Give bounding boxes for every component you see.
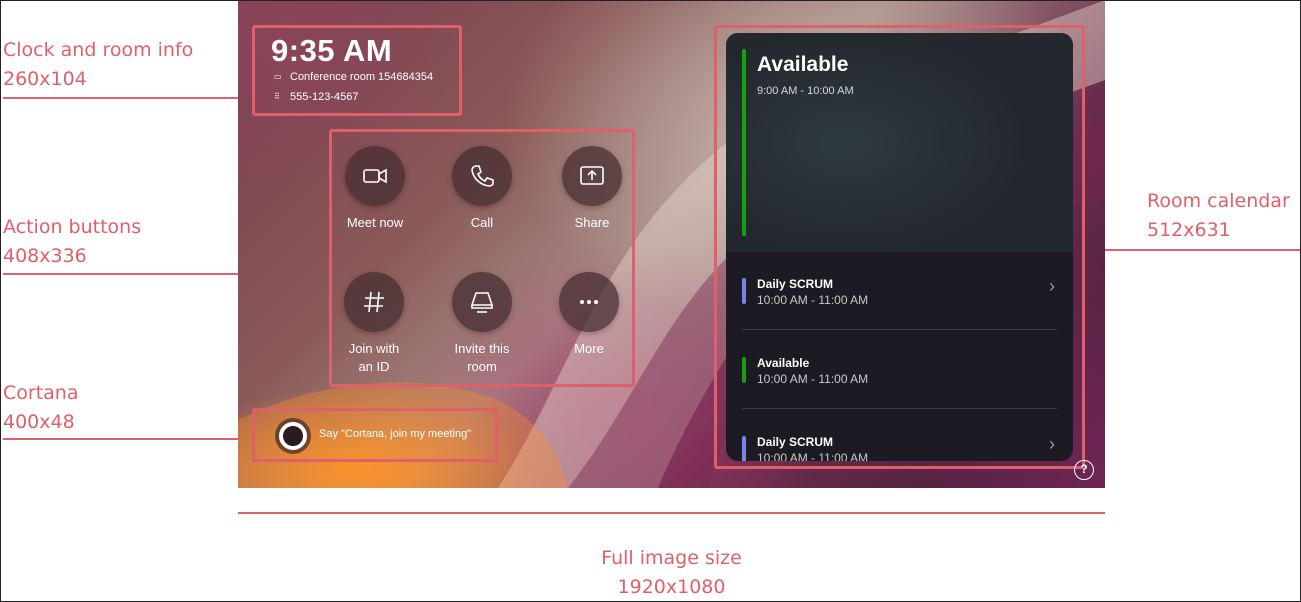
chevron-right-icon: › xyxy=(1049,434,1055,454)
annotation-clock: Clock and room info 260x104 xyxy=(3,36,193,94)
calendar-item-title: Available xyxy=(757,356,810,370)
action-label: More xyxy=(574,341,604,356)
annotation-size: 260x104 xyxy=(3,68,87,90)
room-name-row: ▭ Conference room 154684354 xyxy=(274,71,433,83)
calendar-item-time: 10:00 AM - 11:00 AM xyxy=(757,451,869,461)
annotation-cortana: Cortana 400x48 xyxy=(3,379,78,437)
divider xyxy=(742,408,1057,409)
calendar-item-title: Daily SCRUM xyxy=(757,277,834,291)
current-status-time: 9:00 AM - 10:00 AM xyxy=(757,85,854,97)
annotation-title: Action buttons xyxy=(3,216,142,238)
annotation-title: Clock and room info xyxy=(3,39,194,61)
cortana-prompt: Say "Cortana, join my meeting" xyxy=(319,428,472,440)
annotation-line-full xyxy=(238,512,1105,514)
hash-icon xyxy=(344,272,404,332)
phone-row: ⠿ 555-123-4567 xyxy=(274,91,359,103)
annotation-size: 408x336 xyxy=(3,245,87,267)
join-with-id-button[interactable]: Join with an ID xyxy=(326,272,422,376)
dialpad-icon: ⠿ xyxy=(274,92,280,101)
meeting-color-bar xyxy=(742,278,746,304)
invite-room-button[interactable]: Invite this room xyxy=(434,272,530,376)
share-screen-icon xyxy=(562,146,622,206)
calendar-item-time: 10:00 AM - 11:00 AM xyxy=(757,372,869,386)
action-label: Join with an ID xyxy=(348,341,400,374)
status-color-bar xyxy=(742,49,746,236)
annotation-size: 512x631 xyxy=(1147,219,1231,241)
room-display-icon: ▭ xyxy=(274,72,282,81)
video-camera-icon xyxy=(345,146,405,206)
calendar-item[interactable]: Available 10:00 AM - 11:00 AM xyxy=(742,347,1057,425)
more-button[interactable]: More xyxy=(541,272,637,358)
current-status-title: Available xyxy=(757,53,849,76)
annotation-line-clock xyxy=(3,97,252,99)
calendar-item[interactable]: Daily SCRUM 10:00 AM - 11:00 AM › xyxy=(742,426,1057,461)
action-label: Call xyxy=(470,215,494,230)
action-label: Invite this room xyxy=(454,341,510,374)
clock-time: 9:35 AM xyxy=(271,33,393,68)
phone-icon xyxy=(452,146,512,206)
annotation-actions: Action buttons 408x336 xyxy=(3,213,141,271)
calendar-item-title: Daily SCRUM xyxy=(757,435,834,449)
action-label: Share xyxy=(574,215,610,230)
annotation-title: Room calendar xyxy=(1147,190,1290,212)
room-calendar: Available 9:00 AM - 10:00 AM Daily SCRUM… xyxy=(726,33,1073,461)
call-button[interactable]: Call xyxy=(434,146,530,232)
room-phone: 555-123-4567 xyxy=(290,91,359,103)
annotation-title: Cortana xyxy=(3,382,79,404)
help-icon[interactable]: ? xyxy=(1074,460,1094,480)
annotation-size: 1920x1080 xyxy=(617,576,726,598)
share-button[interactable]: Share xyxy=(544,146,640,232)
calendar-item[interactable]: Daily SCRUM 10:00 AM - 11:00 AM › xyxy=(742,268,1057,346)
available-color-bar xyxy=(742,357,746,383)
current-status-card[interactable]: Available 9:00 AM - 10:00 AM xyxy=(726,33,1073,252)
annotation-line-calendar xyxy=(1085,249,1300,251)
room-console-screen: 9:35 AM ▭ Conference room 154684354 ⠿ 55… xyxy=(238,0,1105,488)
annotation-full: Full image size 1920x1080 xyxy=(538,544,805,602)
calendar-item-time: 10:00 AM - 11:00 AM xyxy=(757,293,869,307)
annotation-size: 400x48 xyxy=(3,411,75,433)
room-name: Conference room 154684354 xyxy=(290,71,434,83)
invite-room-icon xyxy=(452,272,512,332)
annotation-calendar: Room calendar 512x631 xyxy=(1147,187,1290,245)
action-label: Meet now xyxy=(346,215,404,230)
meet-now-button[interactable]: Meet now xyxy=(327,146,423,232)
annotation-title: Full image size xyxy=(601,547,742,569)
more-icon xyxy=(559,272,619,332)
annotation-line-cortana xyxy=(3,438,252,440)
cortana-icon[interactable] xyxy=(279,422,307,450)
meeting-color-bar xyxy=(742,436,746,461)
chevron-right-icon: › xyxy=(1049,276,1055,296)
divider xyxy=(742,329,1057,330)
